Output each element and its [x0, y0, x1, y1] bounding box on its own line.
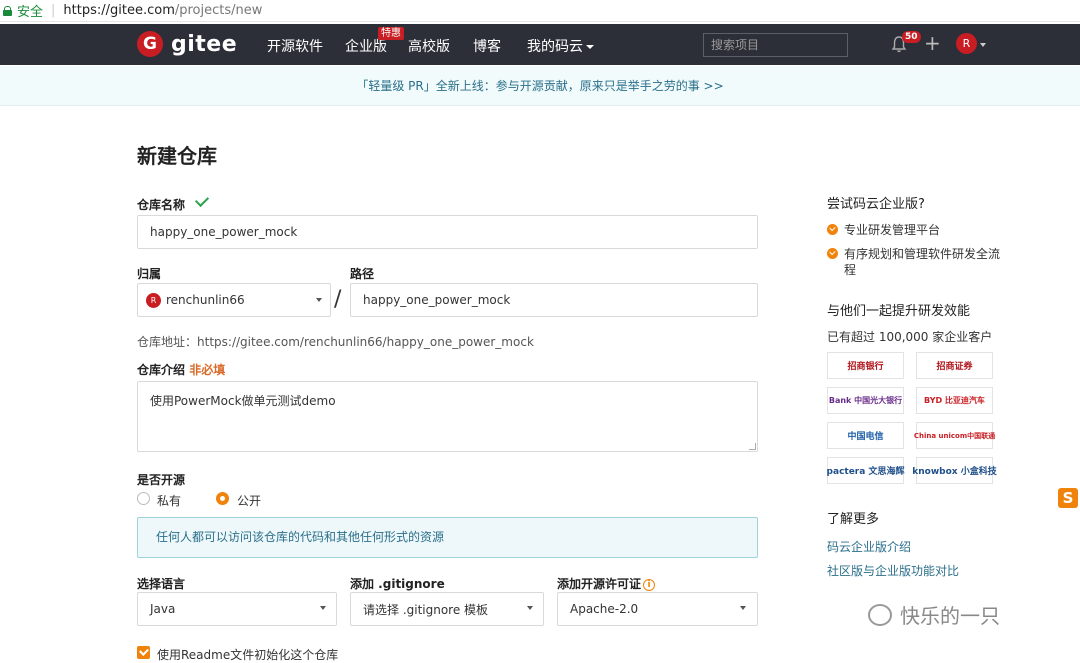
repo-name-label: 仓库名称: [137, 198, 186, 212]
chevron-down-icon[interactable]: [980, 43, 986, 47]
path-input[interactable]: happy_one_power_mock: [350, 283, 758, 317]
watermark: 快乐的一只: [868, 600, 1000, 629]
wechat-icon: [868, 603, 892, 626]
private-label[interactable]: 私有: [157, 492, 181, 509]
compare-editions-link[interactable]: 社区版与企业版功能对比: [827, 562, 959, 579]
nav-open-source[interactable]: 开源软件: [267, 36, 323, 56]
open-source-label: 是否开源: [137, 473, 186, 487]
public-radio[interactable]: [216, 492, 229, 505]
license-label: 添加开源许可证 i: [557, 575, 656, 592]
top-navbar: G gitee 开源软件 企业版 特惠 高校版 博客 我的码云 搜索项目 50 …: [0, 24, 1080, 65]
language-select[interactable]: Java: [137, 592, 337, 626]
search-input[interactable]: 搜索项目: [703, 33, 848, 57]
try-enterprise-title: 尝试码云企业版?: [827, 197, 925, 212]
ceb-bank-logo: Bank 中国光大银行: [827, 387, 904, 414]
public-label[interactable]: 公开: [237, 492, 261, 509]
cmbchina-securities-logo: 招商证券: [916, 352, 993, 379]
chevron-down-icon: [527, 606, 533, 610]
language-label: 选择语言: [137, 577, 186, 591]
owner-value: renchunlin66: [166, 293, 245, 307]
gitee-logo[interactable]: G gitee: [137, 31, 237, 57]
user-avatar[interactable]: R: [956, 33, 977, 54]
enterprise-intro-link[interactable]: 码云企业版介绍: [827, 538, 911, 555]
private-radio[interactable]: [137, 492, 150, 505]
repo-address: 仓库地址：https://gitee.com/renchunlin66/happ…: [137, 335, 534, 349]
chevron-down-icon: [316, 298, 322, 302]
chevron-down-icon: [320, 606, 326, 610]
nav-blog[interactable]: 博客: [473, 36, 501, 56]
repo-name-input[interactable]: happy_one_power_mock: [137, 215, 758, 249]
readme-checkbox[interactable]: [137, 646, 150, 659]
hot-badge: 特惠: [378, 27, 404, 40]
floating-s-icon[interactable]: S: [1058, 488, 1078, 508]
plus-icon[interactable]: +: [924, 33, 941, 53]
china-telecom-logo: 中国电信: [827, 422, 904, 449]
byd-logo: BYD 比亚迪汽车: [916, 387, 993, 414]
chevron-down-icon: [586, 45, 594, 49]
cmb-logo: 招商银行: [827, 352, 904, 379]
lock-icon: [3, 5, 12, 16]
gitignore-select[interactable]: 请选择 .gitignore 模板: [350, 592, 544, 626]
gitee-logo-text: gitee: [171, 31, 238, 57]
url-divider: |: [51, 3, 56, 18]
customers-text: 已有超过 100,000 家企业客户: [827, 330, 993, 344]
nav-my-gitee[interactable]: 我的码云: [527, 36, 594, 56]
info-icon[interactable]: i: [643, 578, 656, 591]
nav-education[interactable]: 高校版: [408, 36, 450, 56]
public-info-box: 任何人都可以访问该仓库的代码和其他任何形式的资源: [137, 517, 758, 558]
gitee-logo-icon: G: [137, 31, 163, 57]
readme-label[interactable]: 使用Readme文件初始化这个仓库: [157, 646, 338, 663]
feature-item: 专业研发管理平台: [844, 223, 941, 237]
pactera-logo: pactera 文思海辉: [827, 457, 904, 484]
check-icon: [194, 192, 210, 208]
intro-textarea[interactable]: 使用PowerMock做单元测试demo: [137, 381, 758, 452]
check-circle-icon: [827, 224, 838, 235]
url-text[interactable]: https://gitee.com/projects/new: [63, 3, 262, 18]
notification-count-badge: 50: [902, 31, 921, 43]
china-unicom-logo: China unicom中国联通: [914, 422, 995, 449]
page-title: 新建仓库: [137, 144, 217, 168]
check-circle-icon: [827, 248, 838, 259]
announcement-banner[interactable]: 「轻量级 PR」全新上线：参与开源贡献，原来只是举手之劳的事 >>: [0, 66, 1080, 106]
secure-label: 安全: [17, 5, 44, 20]
together-title: 与他们一起提升研发效能: [827, 304, 971, 319]
knowbox-logo: knowbox 小盒科技: [912, 457, 997, 484]
path-separator: /: [334, 287, 342, 312]
gitignore-label: 添加 .gitignore: [350, 577, 445, 591]
chevron-down-icon: [740, 606, 746, 610]
license-select[interactable]: Apache-2.0: [557, 592, 758, 626]
owner-label: 归属: [137, 267, 162, 281]
intro-label: 仓库介绍 非必填: [137, 363, 226, 377]
owner-select[interactable]: R renchunlin66: [137, 283, 331, 317]
learn-more-title: 了解更多: [827, 512, 880, 527]
owner-avatar: R: [146, 292, 161, 308]
path-label: 路径: [350, 267, 375, 281]
feature-item: 有序规划和管理软件研发全流程: [844, 247, 1001, 277]
browser-address-bar[interactable]: 安全 | https://gitee.com/projects/new: [0, 0, 1080, 22]
resize-grip-icon[interactable]: [749, 443, 756, 450]
